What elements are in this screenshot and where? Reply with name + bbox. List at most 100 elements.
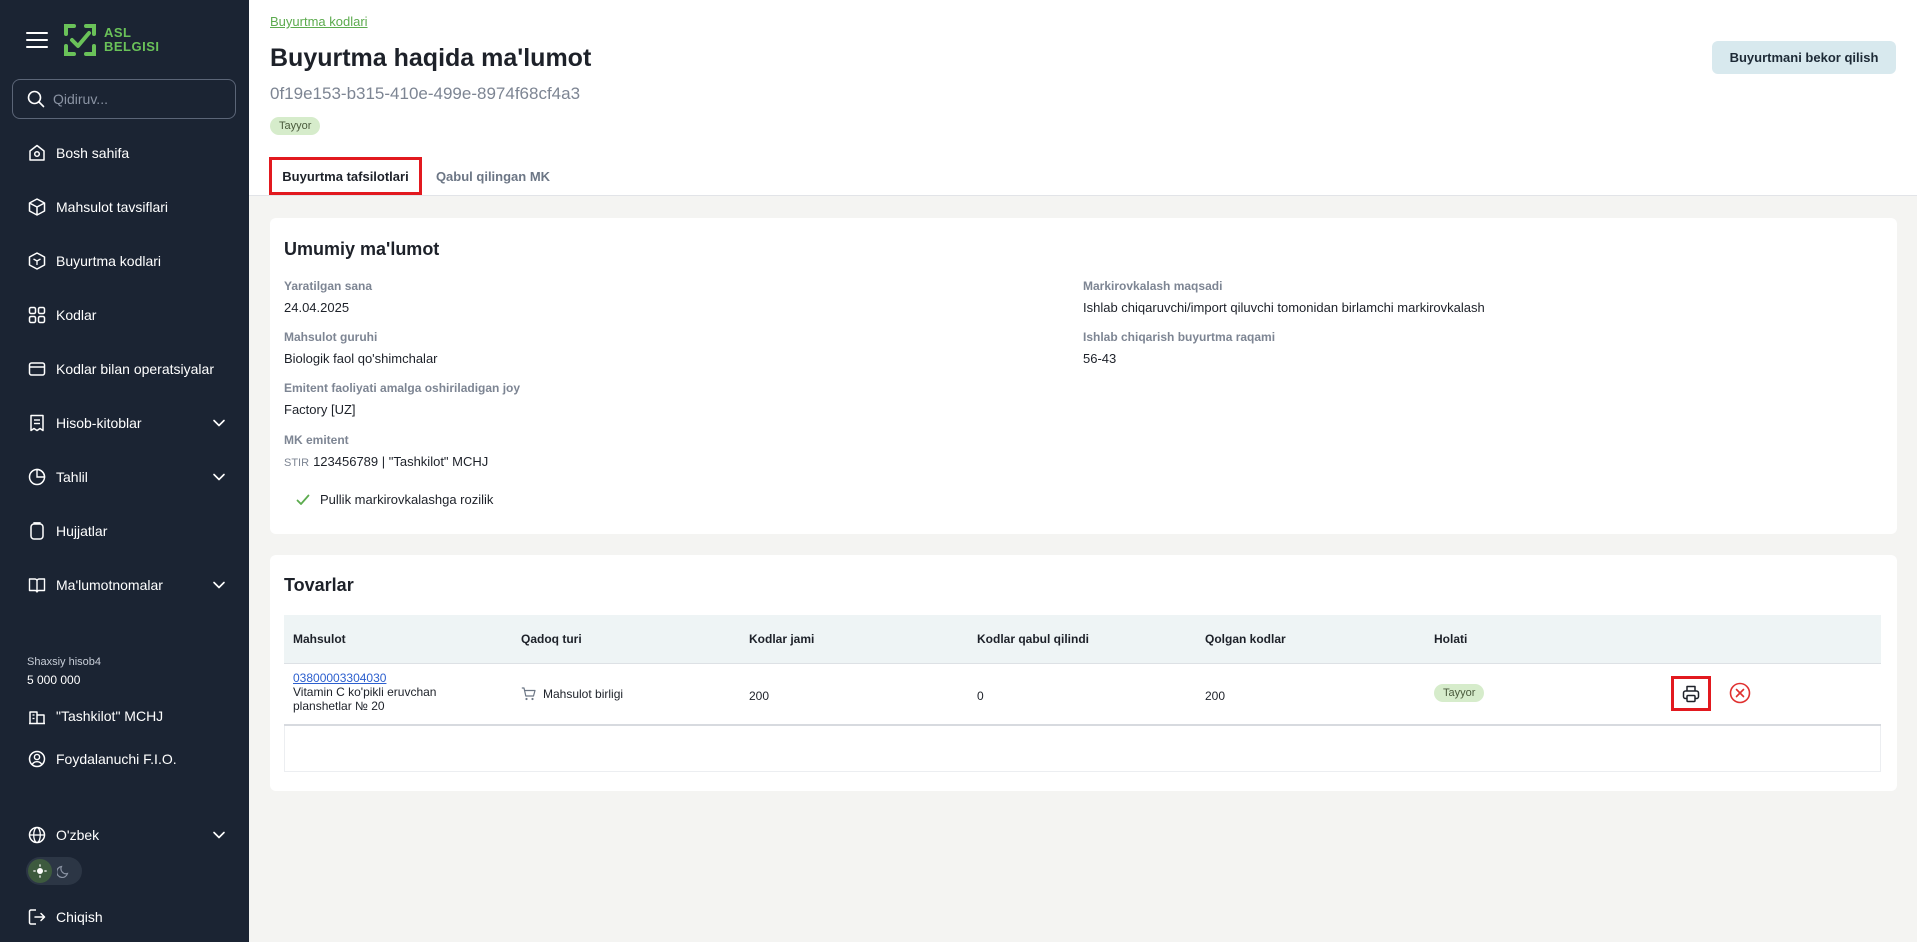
sidebar-item-home[interactable]: Bosh sahifa xyxy=(0,126,249,180)
print-button[interactable] xyxy=(1671,676,1711,711)
sidebar-item-label: Hisob-kitoblar xyxy=(56,415,142,431)
account-info: Shaxsiy hisob4 5 000 000 xyxy=(27,656,101,687)
globe-icon xyxy=(26,824,48,846)
emitent-place-label: Emitent faoliyati amalga oshiriladigan j… xyxy=(284,381,521,395)
logo[interactable]: ASL BELGISI xyxy=(62,22,160,58)
package-cell: Mahsulot birligi xyxy=(521,687,623,701)
goods-card: Tovarlar Mahsulot Qadoq turi Kodlar jami… xyxy=(270,555,1897,791)
sidebar-item-label: Ma'lumotnomalar xyxy=(56,577,163,593)
moon-icon[interactable] xyxy=(52,859,76,883)
receipt-icon xyxy=(26,412,48,434)
order-id: 0f19e153-b315-410e-499e-8974f68cf4a3 xyxy=(270,84,581,103)
breadcrumb[interactable]: Buyurtma kodlari xyxy=(270,14,368,29)
main-content: Buyurtma kodlari Buyurtma haqida ma'lumo… xyxy=(249,0,1917,942)
sidebar-item-analytics[interactable]: Tahlil xyxy=(0,450,249,504)
search-input[interactable] xyxy=(53,91,223,107)
created-date-label: Yaratilgan sana xyxy=(284,279,373,293)
cancel-order-button[interactable]: Buyurtmani bekor qilish xyxy=(1712,41,1896,74)
sidebar-item-company[interactable]: "Tashkilot" MCHJ xyxy=(0,694,249,737)
chevron-down-icon[interactable] xyxy=(211,577,227,593)
sidebar-item-user[interactable]: Foydalanuchi F.I.O. xyxy=(0,737,249,780)
product-code-link[interactable]: 03800003304030 xyxy=(293,671,436,685)
sidebar-item-label: Tahlil xyxy=(56,469,88,485)
sidebar-item-codes[interactable]: Kodlar xyxy=(0,288,249,342)
col-codes-total: Kodlar jami xyxy=(749,632,815,646)
product-name-line-2: planshetlar № 20 xyxy=(293,699,385,713)
chevron-down-icon[interactable] xyxy=(211,415,227,431)
sidebar-item-label: Kodlar bilan operatsiyalar xyxy=(56,361,214,377)
product-cell: 03800003304030 Vitamin C ko'pikli eruvch… xyxy=(293,671,436,713)
logout-button[interactable]: Chiqish xyxy=(0,890,249,942)
logo-text-2: BELGISI xyxy=(104,39,160,54)
sidebar-item-order-codes[interactable]: Buyurtma kodlari xyxy=(0,234,249,288)
language-section: O'zbek xyxy=(0,808,249,862)
sidebar-item-products[interactable]: Mahsulot tavsiflari xyxy=(0,180,249,234)
sun-icon[interactable] xyxy=(28,859,52,883)
sidebar-item-label: Kodlar xyxy=(56,307,97,323)
box-icon xyxy=(26,196,48,218)
col-product: Mahsulot xyxy=(293,632,346,646)
col-codes-remaining: Qolgan kodlar xyxy=(1205,632,1286,646)
emitent-place-value: Factory [UZ] xyxy=(284,402,356,417)
product-group-value: Biologik faol qo'shimchalar xyxy=(284,351,438,366)
tab-received-codes[interactable]: Qabul qilingan MK xyxy=(425,157,561,195)
logo-icon xyxy=(64,24,96,56)
logout-icon xyxy=(26,906,48,928)
codes-received-value: 0 xyxy=(977,689,984,703)
sidebar-item-label: Mahsulot tavsiflari xyxy=(56,199,169,215)
product-group-label: Mahsulot guruhi xyxy=(284,330,378,344)
company-name: "Tashkilot" MCHJ xyxy=(56,707,164,724)
emitent-place-field: Emitent faoliyati amalga oshiriladigan j… xyxy=(284,381,520,417)
table-header: Mahsulot Qadoq turi Kodlar jami Kodlar q… xyxy=(284,615,1881,664)
documents-icon xyxy=(26,520,48,542)
sidebar-item-label: Bosh sahifa xyxy=(56,145,130,161)
marking-purpose-value: Ishlab chiqaruvchi/import qiluvchi tomon… xyxy=(1083,300,1485,315)
sidebar-account-nav: "Tashkilot" MCHJ Foydalanuchi F.I.O. xyxy=(0,694,249,780)
status-cell: Tayyor xyxy=(1434,684,1485,702)
goods-title: Tovarlar xyxy=(284,575,354,595)
chevron-down-icon[interactable] xyxy=(211,469,227,485)
printer-icon xyxy=(1682,685,1700,702)
created-date-value: 24.04.2025 xyxy=(284,300,350,315)
sidebar-item-code-operations[interactable]: Kodlar bilan operatsiyalar xyxy=(0,342,249,396)
marking-purpose-field: Markirovkalash maqsadi Ishlab chiqaruvch… xyxy=(1083,279,1485,315)
user-name: Foydalanuchi F.I.O. xyxy=(56,750,177,767)
user-icon xyxy=(26,748,48,770)
sidebar-nav: Bosh sahifa Mahsulot tavsiflari Buyurtma… xyxy=(0,126,249,612)
mk-emitent-value: 123456789 | "Tashkilot" MCHJ xyxy=(313,454,489,469)
tab-order-details[interactable]: Buyurtma tafsilotlari xyxy=(269,157,422,195)
production-order-field: Ishlab chiqarish buyurtma raqami 56-43 xyxy=(1083,330,1275,366)
theme-toggle[interactable] xyxy=(26,857,82,885)
sidebar-item-documents[interactable]: Hujjatlar xyxy=(0,504,249,558)
marking-purpose-label: Markirovkalash maqsadi xyxy=(1083,279,1223,293)
qr-icon xyxy=(26,304,48,326)
sidebar-item-references[interactable]: Ma'lumotnomalar xyxy=(0,558,249,612)
language-selector[interactable]: O'zbek xyxy=(0,808,249,862)
consent-label: Pullik markirovkalashga rozilik xyxy=(320,492,494,507)
page-header: Buyurtma kodlari Buyurtma haqida ma'lumo… xyxy=(249,0,1917,196)
package-type-value: Mahsulot birligi xyxy=(543,687,624,701)
logout-label: Chiqish xyxy=(56,909,103,925)
box-code-icon xyxy=(26,250,48,272)
chevron-down-icon[interactable] xyxy=(211,827,227,843)
operations-icon xyxy=(26,358,48,380)
product-group-field: Mahsulot guruhi Biologik faol qo'shimcha… xyxy=(284,330,438,366)
general-info-card: Umumiy ma'lumot Yaratilgan sana 24.04.20… xyxy=(270,218,1897,534)
product-name-line-1: Vitamin C ko'pikli eruvchan xyxy=(293,685,437,699)
goods-table: Mahsulot Qadoq turi Kodlar jami Kodlar q… xyxy=(284,615,1881,772)
check-icon xyxy=(296,494,310,505)
sidebar-item-billing[interactable]: Hisob-kitoblar xyxy=(0,396,249,450)
col-package-type: Qadoq turi xyxy=(521,632,582,646)
sidebar-header: ASL BELGISI xyxy=(0,0,249,80)
page-title: Buyurtma haqida ma'lumot xyxy=(270,44,592,72)
tin-prefix: STIR xyxy=(284,457,310,469)
menu-icon[interactable] xyxy=(26,32,48,48)
chart-icon xyxy=(26,466,48,488)
account-label: Shaxsiy hisob4 xyxy=(27,656,101,668)
codes-total-value: 200 xyxy=(749,689,770,703)
remove-button[interactable] xyxy=(1729,682,1751,709)
table-empty-row xyxy=(284,726,1881,772)
status-badge: Tayyor xyxy=(270,117,321,135)
general-info-title: Umumiy ma'lumot xyxy=(284,239,440,259)
status-badge: Tayyor xyxy=(1434,684,1485,702)
